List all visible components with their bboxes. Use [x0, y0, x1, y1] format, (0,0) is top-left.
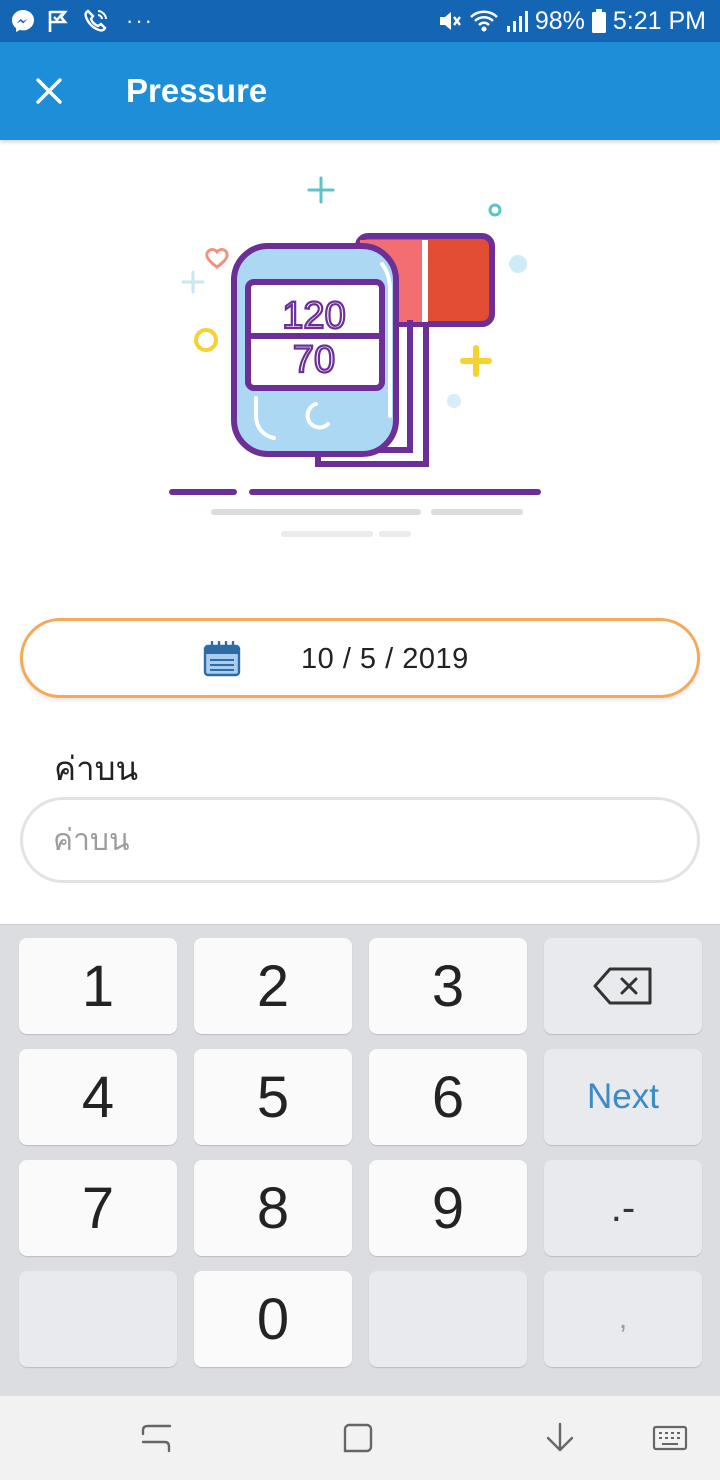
backspace-icon — [593, 967, 652, 1005]
backspace-key[interactable] — [544, 938, 702, 1034]
page-title: Pressure — [126, 72, 268, 109]
navigation-bar — [0, 1396, 720, 1480]
key-9[interactable]: 9 — [369, 1160, 527, 1256]
key-1[interactable]: 1 — [19, 938, 177, 1034]
key-2[interactable]: 2 — [194, 938, 352, 1034]
comma-key[interactable]: , — [544, 1271, 702, 1367]
upper-value-label: ค่าบน — [54, 749, 139, 788]
messenger-icon — [12, 10, 34, 32]
status-right-icons: 98% 5:21 PM — [437, 6, 706, 36]
wifi-icon — [469, 10, 498, 32]
calendar-icon — [203, 641, 241, 677]
date-value: 10 / 5 / 2019 — [301, 643, 469, 675]
mute-icon — [439, 12, 461, 30]
key-3[interactable]: 3 — [369, 938, 527, 1034]
close-icon — [36, 78, 62, 104]
check-flag-icon — [48, 10, 68, 32]
symbol-key[interactable]: .- — [544, 1160, 702, 1256]
next-key[interactable]: Next — [544, 1049, 702, 1145]
upper-value-input[interactable] — [20, 797, 700, 883]
keyboard-icon — [652, 1425, 688, 1451]
numeric-keyboard: 1 2 3 4 5 6 Next 7 8 9 .- 0 , — [0, 924, 720, 1396]
phone-call-icon — [84, 9, 107, 32]
recent-apps-icon — [141, 1424, 172, 1453]
status-bar: ··· 98% 5:21 PM — [0, 0, 720, 42]
home-button[interactable] — [336, 1416, 380, 1460]
blank-key-right — [369, 1271, 527, 1367]
key-6[interactable]: 6 — [369, 1049, 527, 1145]
recent-apps-button[interactable] — [134, 1416, 178, 1460]
battery-percent: 98% — [534, 6, 585, 35]
hide-keyboard-button[interactable] — [538, 1416, 582, 1460]
date-picker-button[interactable]: 10 / 5 / 2019 — [20, 618, 700, 698]
close-button[interactable] — [22, 64, 76, 118]
display-top-value: 120 — [282, 295, 345, 337]
status-left-icons: ··· — [10, 6, 154, 36]
clock: 5:21 PM — [612, 6, 706, 35]
blank-key-left — [19, 1271, 177, 1367]
key-0[interactable]: 0 — [194, 1271, 352, 1367]
key-8[interactable]: 8 — [194, 1160, 352, 1256]
signal-icon — [506, 11, 528, 32]
app-bar: Pressure — [0, 42, 720, 140]
keyboard-switch-button[interactable] — [648, 1416, 692, 1460]
more-dots-icon: ··· — [126, 8, 154, 33]
key-4[interactable]: 4 — [19, 1049, 177, 1145]
home-icon — [343, 1423, 373, 1453]
display-bottom-value: 70 — [293, 339, 335, 381]
hide-keyboard-icon — [546, 1422, 574, 1452]
key-7[interactable]: 7 — [19, 1160, 177, 1256]
blood-pressure-monitor-illustration: 120 70 — [169, 176, 541, 537]
key-5[interactable]: 5 — [194, 1049, 352, 1145]
battery-icon — [591, 9, 606, 33]
